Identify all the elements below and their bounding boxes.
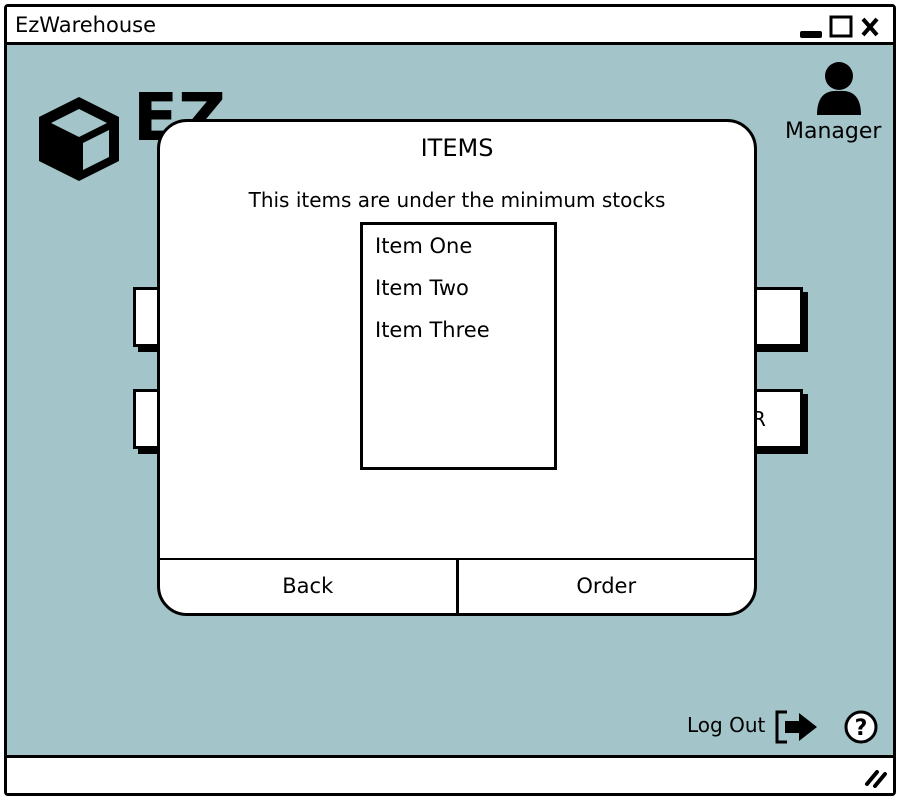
items-list[interactable]: Item One Item Two Item Three [360,222,557,470]
logout-icon[interactable] [773,709,819,745]
status-bar [7,755,893,793]
order-button[interactable]: Order [455,560,755,613]
resize-grip-icon[interactable] [863,764,889,788]
user-role-label: Manager [785,119,882,144]
dialog-footer: Back Order [160,558,754,613]
cube-logo-icon [39,97,119,181]
maximize-icon[interactable] [829,15,855,39]
list-item[interactable]: Item Three [363,309,554,351]
dialog-message: This items are under the minimum stocks [248,188,666,212]
minimize-icon[interactable] [799,15,825,39]
list-item[interactable]: Item One [363,225,554,267]
window-title: EzWarehouse [15,13,157,37]
back-button[interactable]: Back [160,560,456,613]
title-bar: EzWarehouse [7,7,893,45]
svg-text:?: ? [855,716,868,741]
help-icon[interactable]: ? [843,709,879,745]
app-window: EzWarehouse EZ Manager R ITEMS This item… [4,4,896,796]
items-dialog: ITEMS This items are under the minimum s… [157,119,757,616]
list-item[interactable]: Item Two [363,267,554,309]
user-avatar-icon[interactable] [815,59,865,117]
logout-label[interactable]: Log Out [687,713,765,737]
close-icon[interactable] [859,15,883,39]
dialog-title: ITEMS [420,134,494,162]
